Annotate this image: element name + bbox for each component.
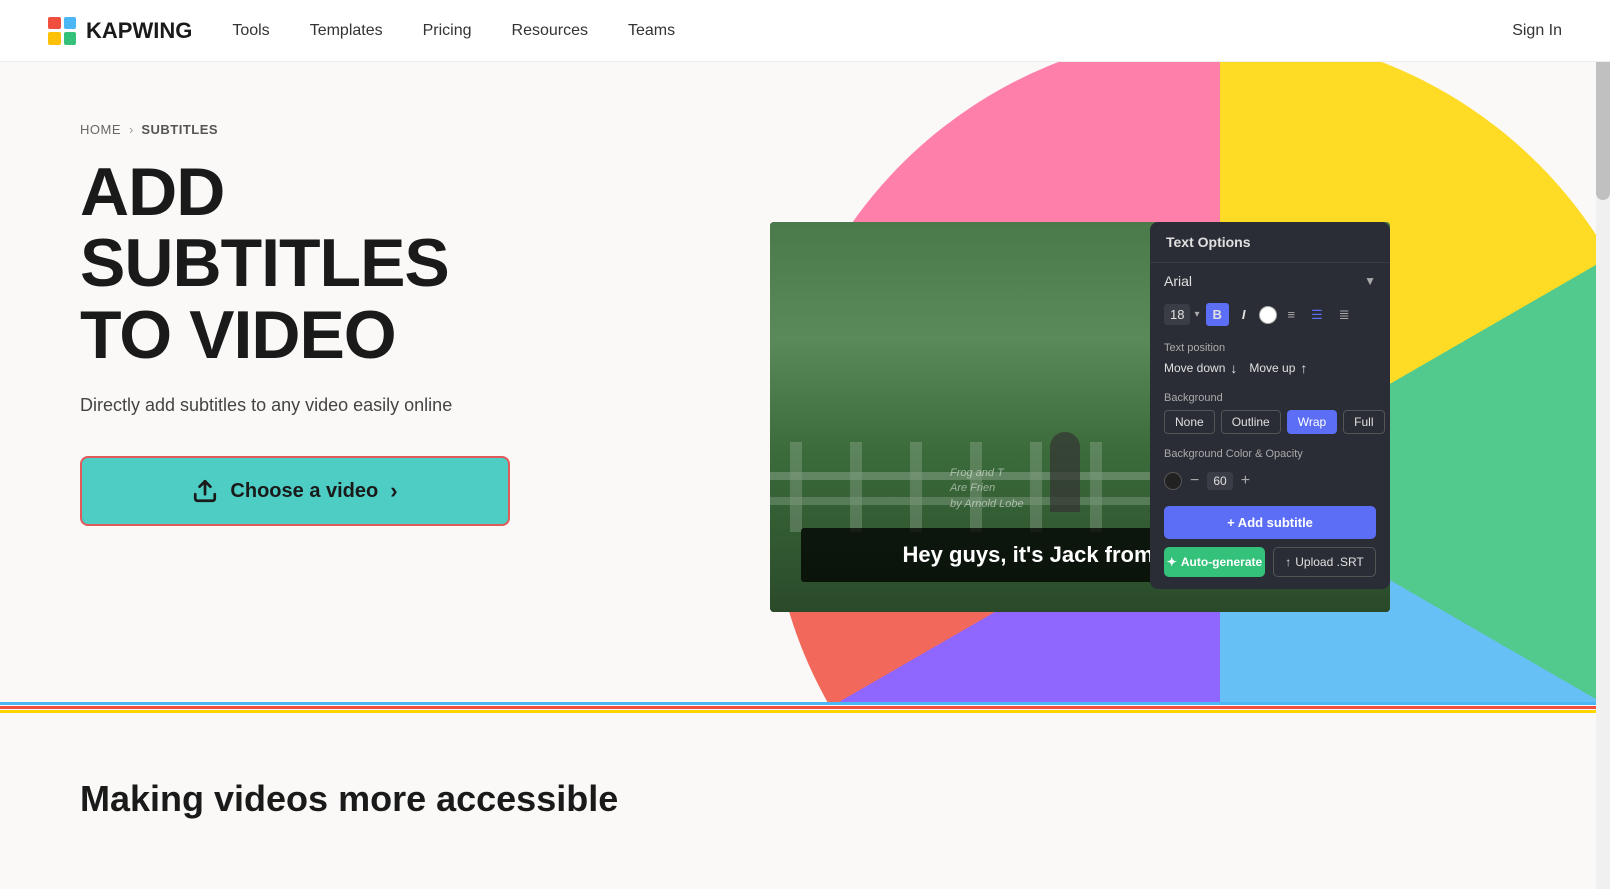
- choose-video-button[interactable]: Choose a video ›: [80, 456, 510, 526]
- hero-section: HOME › SUBTITLES ADD SUBTITLES TO VIDEO …: [0, 62, 1610, 702]
- upload-icon: [192, 478, 218, 504]
- upload-srt-icon: ↑: [1285, 555, 1291, 569]
- bg-none-button[interactable]: None: [1164, 410, 1215, 434]
- font-name: Arial: [1164, 273, 1192, 289]
- font-selector-row[interactable]: Arial ▼: [1150, 263, 1390, 299]
- navbar-left: KAPWING Tools Templates Pricing Resource…: [48, 17, 675, 45]
- position-controls-row: Move down ↓ Move up ↑: [1164, 360, 1376, 376]
- nav-tools[interactable]: Tools: [232, 22, 269, 40]
- scrollbar[interactable]: [1596, 0, 1610, 889]
- bold-button[interactable]: B: [1206, 303, 1229, 326]
- sign-in-button[interactable]: Sign In: [1512, 22, 1562, 40]
- deco-line-red: [0, 706, 1610, 709]
- breadcrumb-separator: ›: [129, 122, 133, 137]
- move-up-button[interactable]: Move up ↑: [1249, 360, 1307, 376]
- auto-gen-icon: ✦: [1167, 555, 1177, 569]
- bottom-buttons-row: ✦ Auto-generate ↑ Upload .SRT: [1164, 547, 1376, 577]
- navbar: KAPWING Tools Templates Pricing Resource…: [0, 0, 1610, 62]
- hero-title: ADD SUBTITLES TO VIDEO: [80, 157, 600, 371]
- move-up-arrow-icon: ↑: [1300, 360, 1307, 376]
- opacity-value: 60: [1207, 472, 1232, 490]
- panel-action-buttons: + Add subtitle ✦ Auto-generate ↑ Upload …: [1150, 496, 1390, 577]
- bg-wrap-button[interactable]: Wrap: [1287, 410, 1337, 434]
- hero-title-line1: ADD SUBTITLES: [80, 154, 449, 301]
- deco-line-yellow: [0, 710, 1610, 713]
- bg-color-section: Background Color & Opacity: [1150, 440, 1390, 460]
- move-down-button[interactable]: Move down ↓: [1164, 360, 1237, 376]
- upload-srt-button[interactable]: ↑ Upload .SRT: [1273, 547, 1376, 577]
- hero-title-line2: TO VIDEO: [80, 297, 396, 373]
- text-position-label: Text position: [1164, 342, 1376, 354]
- chevron-down-icon: ▼: [1364, 274, 1376, 288]
- bg-color-label: Background Color & Opacity: [1164, 448, 1376, 460]
- bottom-section: Making videos more accessible: [0, 718, 1610, 840]
- align-left-button[interactable]: ≡: [1283, 304, 1301, 325]
- breadcrumb-home[interactable]: HOME: [80, 122, 121, 137]
- auto-gen-label: Auto-generate: [1181, 555, 1262, 569]
- hero-subtitle: Directly add subtitles to any video easi…: [80, 395, 600, 416]
- choose-video-label: Choose a video: [230, 480, 378, 503]
- upload-srt-label: Upload .SRT: [1295, 555, 1363, 569]
- move-up-label: Move up: [1249, 361, 1295, 375]
- bg-outline-button[interactable]: Outline: [1221, 410, 1281, 434]
- nav-resources[interactable]: Resources: [512, 22, 588, 40]
- opacity-row: − 60 +: [1150, 466, 1390, 496]
- arrow-right-icon: ›: [390, 478, 397, 504]
- background-label: Background: [1164, 392, 1376, 404]
- logo-text: KAPWING: [86, 18, 192, 44]
- align-right-button[interactable]: ≣: [1334, 304, 1355, 326]
- microphone: [1050, 432, 1080, 512]
- format-row: 18 ▾ B I ≡ ☰ ≣: [1150, 299, 1390, 334]
- bg-full-button[interactable]: Full: [1343, 410, 1384, 434]
- background-options-row: None Outline Wrap Full: [1164, 410, 1376, 434]
- text-position-section: Text position Move down ↓ Move up ↑: [1150, 334, 1390, 376]
- bottom-title: Making videos more accessible: [80, 778, 1530, 820]
- auto-generate-button[interactable]: ✦ Auto-generate: [1164, 547, 1265, 577]
- add-subtitle-button[interactable]: + Add subtitle: [1164, 506, 1376, 539]
- text-options-panel: Text Options Arial ▼ 18 ▾ B I ≡ ☰ ≣: [1150, 222, 1390, 589]
- breadcrumb-current: SUBTITLES: [141, 122, 218, 137]
- opacity-increase-button[interactable]: +: [1241, 472, 1250, 490]
- move-down-label: Move down: [1164, 361, 1225, 375]
- panel-title: Text Options: [1150, 222, 1390, 263]
- nav-templates[interactable]: Templates: [310, 22, 383, 40]
- logo-icon: [48, 17, 76, 45]
- shirt-text: Frog and TAre Frienby Arnold Lobe: [950, 466, 1024, 512]
- deco-line-blue: [0, 702, 1610, 705]
- bg-color-picker[interactable]: [1164, 472, 1182, 490]
- video-area: Frog and TAre Frienby Arnold Lobe Hey gu…: [770, 222, 1390, 612]
- opacity-decrease-button[interactable]: −: [1190, 472, 1199, 490]
- nav-pricing[interactable]: Pricing: [423, 22, 472, 40]
- background-section: Background None Outline Wrap Full: [1150, 384, 1390, 434]
- text-color-picker[interactable]: [1259, 306, 1277, 324]
- size-arrow-icon[interactable]: ▾: [1194, 309, 1199, 320]
- logo[interactable]: KAPWING: [48, 17, 192, 45]
- font-size-control: 18 ▾: [1164, 304, 1200, 325]
- hero-content: HOME › SUBTITLES ADD SUBTITLES TO VIDEO …: [80, 122, 600, 526]
- deco-lines-container: [0, 702, 1610, 718]
- font-size-value: 18: [1164, 304, 1190, 325]
- align-center-button[interactable]: ☰: [1306, 304, 1328, 326]
- nav-teams[interactable]: Teams: [628, 22, 675, 40]
- breadcrumb: HOME › SUBTITLES: [80, 122, 600, 137]
- italic-button[interactable]: I: [1235, 303, 1253, 326]
- move-down-arrow-icon: ↓: [1230, 360, 1237, 376]
